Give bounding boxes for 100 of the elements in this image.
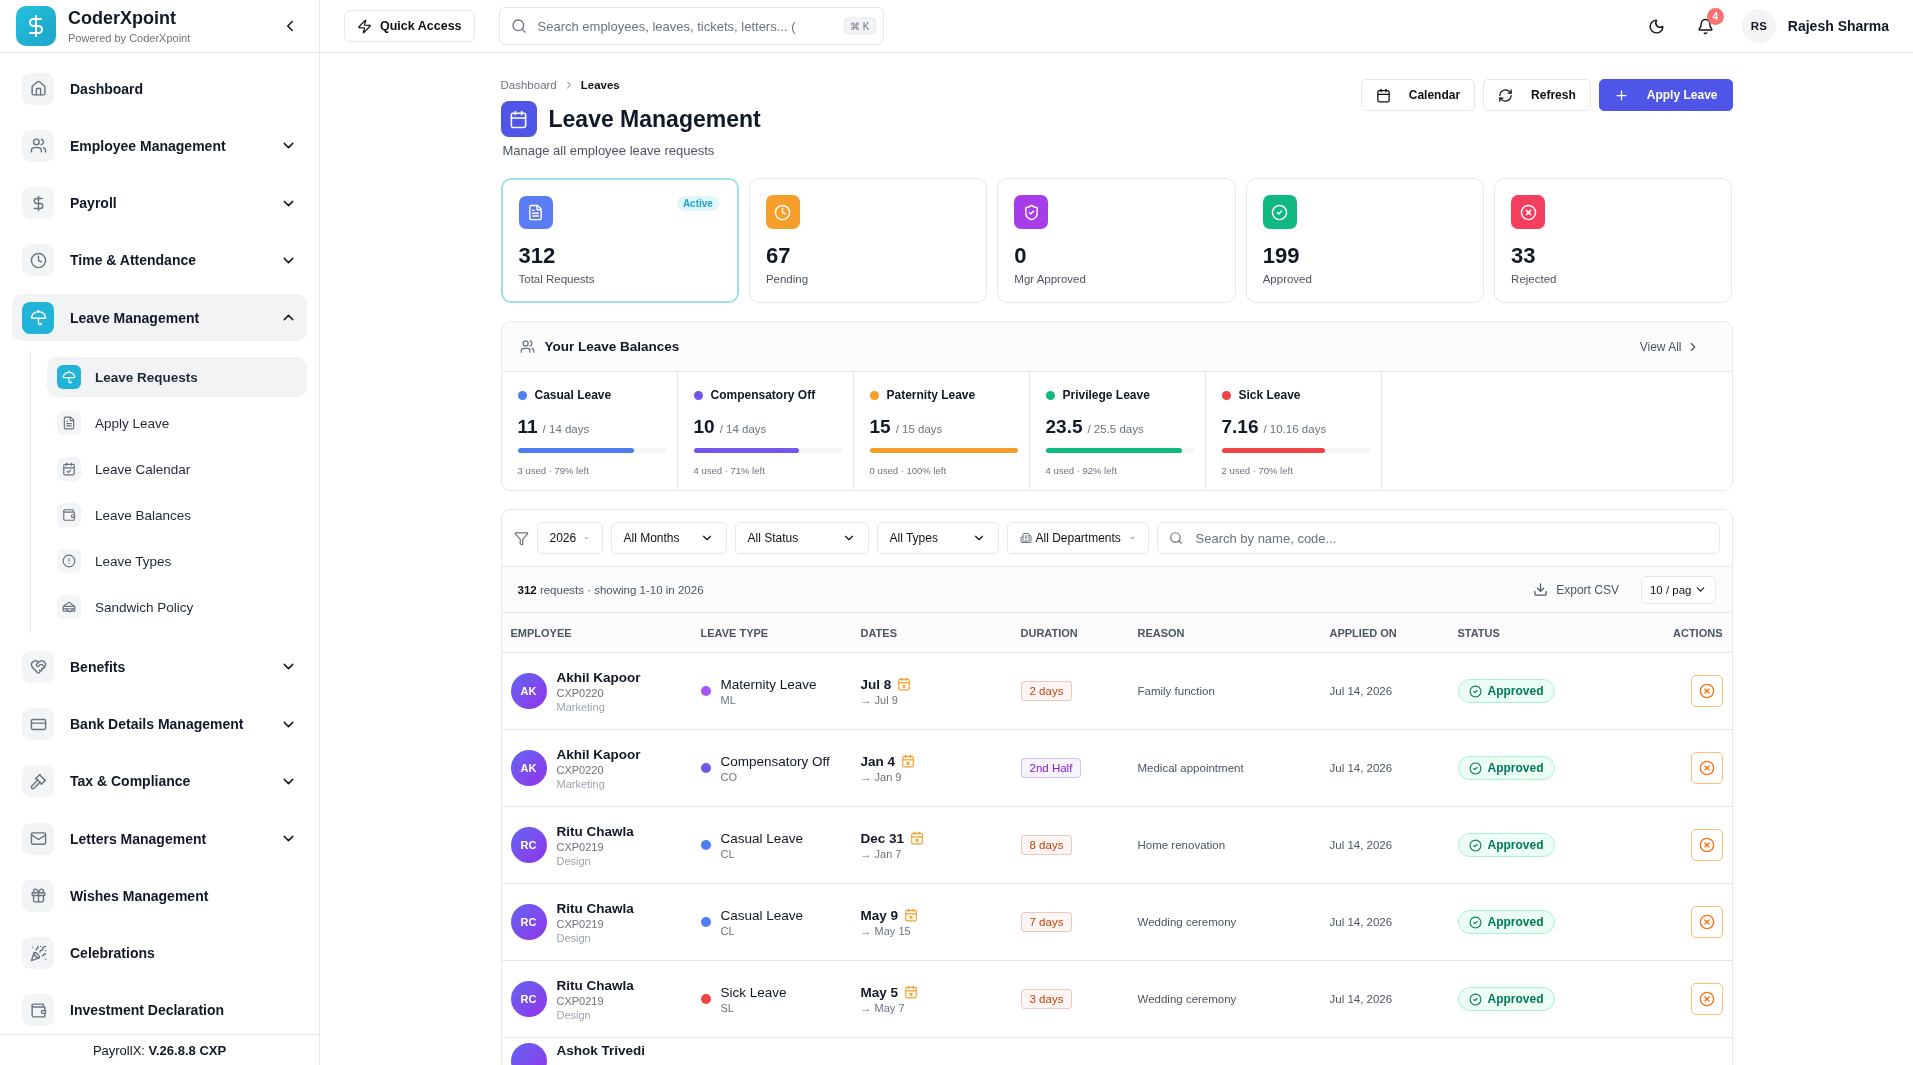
filter-dropdown[interactable]: 2026 (536, 522, 603, 554)
balance-value: 7.16 (1221, 416, 1259, 438)
leave-name: Compensatory Off (710, 388, 816, 402)
export-csv-button[interactable]: Export CSV (1527, 581, 1625, 598)
x-circle-icon (1698, 760, 1715, 776)
employee-name: Ritu Chawla (556, 900, 634, 916)
sidebar-subitem[interactable]: Leave Balances (47, 495, 307, 536)
sidebar-item[interactable]: Dashboard (12, 65, 307, 113)
results-summary: 312 requests · showing 1-10 in 2026 (517, 583, 705, 596)
cancel-button[interactable] (1690, 906, 1723, 938)
sidebar-item[interactable]: Tax & Compliance (12, 757, 307, 805)
start-date: May 5 (860, 984, 899, 1000)
apply-leave-button[interactable]: Apply Leave (1598, 79, 1733, 111)
sidebar-item[interactable]: Benefits (12, 643, 307, 691)
stat-card[interactable]: 0 Mgr Approved (997, 178, 1236, 303)
page-subtitle: Manage all employee leave requests (502, 143, 716, 158)
moon-icon (1647, 17, 1665, 35)
x-circle-icon (1698, 683, 1715, 699)
column-header: ACTIONS (1672, 626, 1723, 639)
search-field[interactable]: Search by name, code... (1156, 522, 1720, 554)
download-icon (1533, 582, 1549, 597)
employee-avatar: RC (510, 827, 547, 863)
refresh-button[interactable]: Refresh (1483, 79, 1591, 111)
check-circle-icon (1468, 761, 1482, 775)
start-date: Jan 4 (860, 753, 896, 769)
calendar-icon (1375, 87, 1391, 103)
sidebar-subitem[interactable]: Leave Types (47, 541, 307, 582)
stat-value: 312 (518, 243, 557, 269)
quick-access-button[interactable]: Quick Access (344, 10, 475, 42)
card-icon (22, 708, 54, 741)
status-tag: Approved (1457, 756, 1555, 780)
leave-type: Sick Leave (720, 984, 787, 1000)
breadcrumb-link[interactable]: Dashboard (500, 79, 557, 91)
sidebar-item[interactable]: Payroll (12, 179, 307, 227)
party-popper-icon (22, 937, 54, 970)
calendar-icon (901, 754, 916, 768)
users-icon (519, 339, 535, 354)
end-date: → May 15 (860, 924, 912, 937)
column-header: LEAVE TYPE (700, 626, 770, 639)
panel-title: Your Leave Balances (544, 339, 681, 354)
sidebar-item[interactable]: Wishes Management (12, 872, 307, 920)
cancel-button[interactable] (1690, 829, 1723, 861)
filter-dropdown[interactable]: All Departments (1006, 522, 1149, 554)
reason-cell-text: Family function (1137, 685, 1216, 697)
wallet-icon (57, 503, 81, 528)
leave-code: CL (720, 924, 736, 937)
sidebar-item[interactable]: Time & Attendance (12, 236, 307, 284)
status-tag: Approved (1457, 910, 1555, 934)
stat-card[interactable]: 199 Approved (1245, 178, 1485, 303)
stat-card[interactable]: 312 Total Requests Active (500, 178, 739, 303)
stat-label: Rejected (1511, 273, 1558, 285)
cancel-button[interactable] (1690, 752, 1723, 784)
sidebar-item[interactable]: Investment Declaration (12, 986, 307, 1034)
balance-note: 3 used · 79% left (517, 465, 590, 476)
sidebar-item[interactable]: Bank Details Management (12, 700, 307, 748)
stat-card[interactable]: 67 Pending (748, 178, 988, 303)
balance-value: 23.5 (1045, 416, 1083, 438)
duration-tag: 7 days (1020, 912, 1073, 932)
dollar-icon (22, 187, 54, 220)
sidebar-item[interactable]: Leave Management (12, 294, 307, 342)
filter-dropdown[interactable]: All Status (734, 522, 869, 554)
balance-note: 4 used · 71% left (693, 465, 766, 476)
employee-name: Ritu Chawla (556, 823, 634, 839)
column-header: STATUS (1457, 626, 1501, 639)
x-circle-icon (1698, 914, 1715, 930)
column-header: DURATION (1020, 626, 1079, 639)
balance-value: 11 (517, 416, 538, 438)
calendar-icon (904, 908, 919, 922)
cancel-button[interactable] (1690, 675, 1723, 707)
refresh-icon (1498, 87, 1514, 103)
end-date: → May 7 (860, 1001, 906, 1014)
active-badge: Active (676, 196, 719, 211)
balance-total: / 25.5 days (1087, 423, 1144, 435)
sidebar-item[interactable]: Employee Management (12, 122, 307, 170)
stat-card[interactable]: 33 Rejected (1494, 178, 1733, 303)
shortcut-hint: ⌘ K (844, 17, 876, 35)
page-size-dropdown[interactable]: 10 / pag (1640, 575, 1716, 604)
home-icon (22, 72, 54, 105)
sidebar-item[interactable]: Celebrations (12, 929, 307, 977)
applied-date: Jul 14, 2026 (1329, 762, 1394, 774)
employee-department: Marketing (556, 700, 606, 713)
employee-name: Ashok Trivedi (556, 1043, 646, 1058)
column-header: EMPLOYEE (510, 626, 573, 639)
check-circle-icon (1468, 915, 1482, 929)
filter-dropdown[interactable]: All Types (876, 522, 999, 554)
sidebar-subitem[interactable]: Leave Calendar (47, 449, 307, 490)
umbrella-icon (57, 365, 81, 390)
cancel-button[interactable] (1690, 983, 1723, 1015)
employee-department: Design (556, 931, 592, 944)
gift-icon (22, 879, 54, 912)
user-avatar[interactable]: RS (1741, 9, 1776, 43)
calendar-icon (910, 831, 925, 845)
sidebar-item[interactable]: Letters Management (12, 815, 307, 863)
view-all-link[interactable]: View All (1639, 339, 1700, 354)
balance-note: 4 used · 92% left (1045, 465, 1118, 476)
calendar-button[interactable]: Calendar (1360, 79, 1476, 111)
sidebar-subitem[interactable]: Apply Leave (47, 403, 307, 444)
sidebar-subitem[interactable]: Leave Requests (47, 357, 307, 398)
filter-dropdown[interactable]: All Months (610, 522, 727, 554)
sidebar-subitem[interactable]: Sandwich Policy (47, 587, 307, 628)
